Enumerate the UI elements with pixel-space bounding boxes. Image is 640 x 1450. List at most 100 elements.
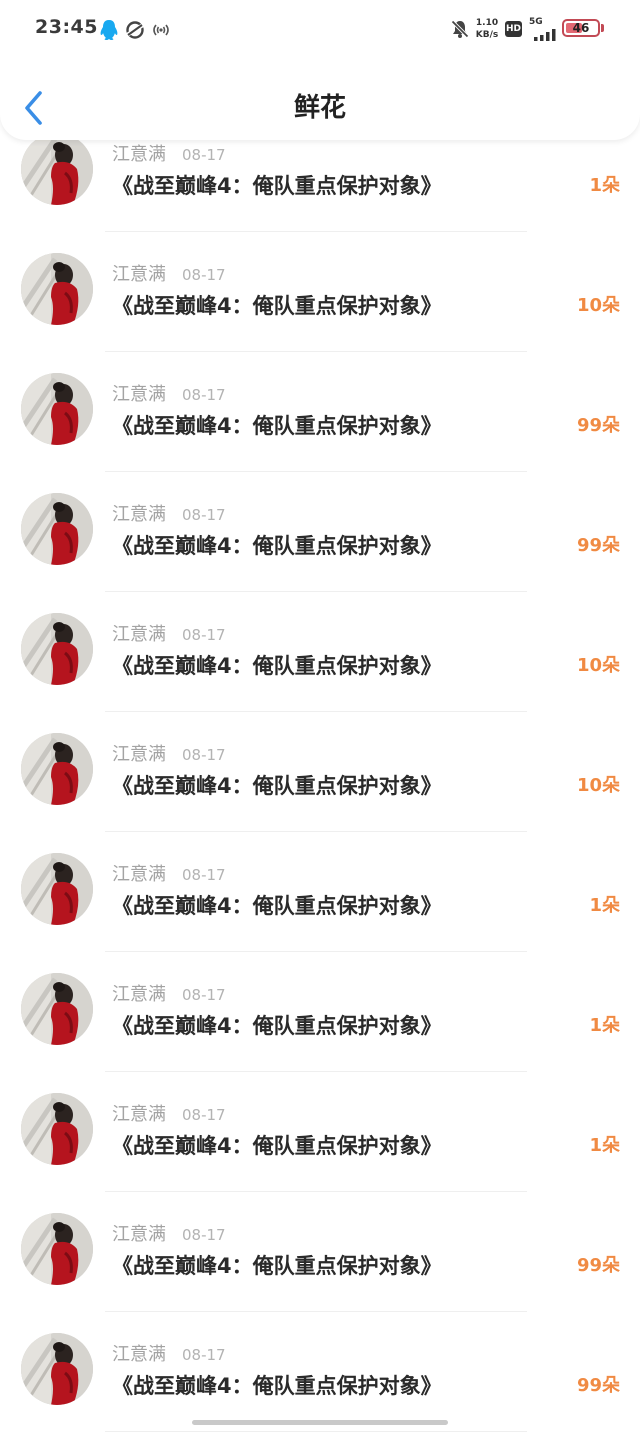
work-title: 《战至巅峰4：俺队重点保护对象》 [112, 1254, 442, 1278]
sender-name: 江意满 [112, 264, 166, 285]
work-title: 《战至巅峰4：俺队重点保护对象》 [112, 294, 442, 318]
clock: 23:45 [35, 16, 98, 38]
record-meta: 江意满 08-17 [112, 263, 226, 287]
flower-record-row[interactable]: 江意满 08-17 《战至巅峰4：俺队重点保护对象》 10朵 [0, 250, 640, 370]
work-title: 《战至巅峰4：俺队重点保护对象》 [112, 534, 442, 558]
header: 23:45 1.10 KB/s HD 5G 46 鲜花 [0, 0, 640, 140]
divider [105, 1191, 527, 1192]
divider [105, 1311, 527, 1312]
avatar[interactable] [21, 493, 93, 565]
record-meta: 江意满 08-17 [112, 1223, 226, 1247]
flower-count: 10朵 [576, 775, 620, 796]
record-meta: 江意满 08-17 [112, 143, 226, 167]
home-indicator[interactable] [192, 1420, 448, 1425]
record-meta: 江意满 08-17 [112, 383, 226, 407]
battery-icon: 46 [562, 19, 600, 37]
flower-count: 1朵 [589, 175, 620, 196]
status-bar: 23:45 1.10 KB/s HD 5G 46 [0, 0, 640, 60]
divider [105, 351, 527, 352]
sender-name: 江意满 [112, 384, 166, 405]
divider [105, 711, 527, 712]
record-meta: 江意满 08-17 [112, 623, 226, 647]
flower-count: 1朵 [589, 1135, 620, 1156]
flower-record-row[interactable]: 江意满 08-17 《战至巅峰4：俺队重点保护对象》 1朵 [0, 970, 640, 1090]
avatar[interactable] [21, 733, 93, 805]
sender-name: 江意满 [112, 144, 166, 165]
flower-record-list[interactable]: 江意满 08-17 《战至巅峰4：俺队重点保护对象》 1朵 江意满 08-17 《战… [0, 0, 640, 1432]
mute-bell-icon [450, 19, 470, 43]
avatar[interactable] [21, 1213, 93, 1285]
send-date: 08-17 [182, 1346, 226, 1364]
flower-record-row[interactable]: 江意满 08-17 《战至巅峰4：俺队重点保护对象》 10朵 [0, 610, 640, 730]
flower-count: 1朵 [589, 1015, 620, 1036]
send-date: 08-17 [182, 146, 226, 164]
sender-name: 江意满 [112, 1104, 166, 1125]
work-title: 《战至巅峰4：俺队重点保护对象》 [112, 654, 442, 678]
flower-record-row[interactable]: 江意满 08-17 《战至巅峰4：俺队重点保护对象》 99朵 [0, 370, 640, 490]
send-date: 08-17 [182, 1226, 226, 1244]
divider [105, 831, 527, 832]
sender-name: 江意满 [112, 624, 166, 645]
record-meta: 江意满 08-17 [112, 1103, 226, 1127]
flower-count: 10朵 [576, 295, 620, 316]
send-date: 08-17 [182, 386, 226, 404]
work-title: 《战至巅峰4：俺队重点保护对象》 [112, 1134, 442, 1158]
flower-count: 99朵 [576, 1375, 620, 1396]
sender-name: 江意满 [112, 864, 166, 885]
avatar[interactable] [21, 373, 93, 445]
avatar[interactable] [21, 133, 93, 205]
sender-name: 江意满 [112, 1224, 166, 1245]
sender-name: 江意满 [112, 984, 166, 1005]
flower-record-row[interactable]: 江意满 08-17 《战至巅峰4：俺队重点保护对象》 99朵 [0, 1330, 640, 1450]
send-date: 08-17 [182, 986, 226, 1004]
record-meta: 江意满 08-17 [112, 1343, 226, 1367]
flower-count: 1朵 [589, 895, 620, 916]
work-title: 《战至巅峰4：俺队重点保护对象》 [112, 1374, 442, 1398]
flower-count: 99朵 [576, 535, 620, 556]
divider [105, 1431, 527, 1432]
avatar[interactable] [21, 1093, 93, 1165]
sender-name: 江意满 [112, 1344, 166, 1365]
signal-icon [533, 26, 557, 45]
hd-badge: HD [505, 21, 522, 37]
record-meta: 江意满 08-17 [112, 983, 226, 1007]
flower-record-row[interactable]: 江意满 08-17 《战至巅峰4：俺队重点保护对象》 10朵 [0, 730, 640, 850]
divider [105, 231, 527, 232]
flower-record-row[interactable]: 江意满 08-17 《战至巅峰4：俺队重点保护对象》 1朵 [0, 130, 640, 250]
divider [105, 951, 527, 952]
send-date: 08-17 [182, 1106, 226, 1124]
flower-record-row[interactable]: 江意满 08-17 《战至巅峰4：俺队重点保护对象》 99朵 [0, 490, 640, 610]
page-title: 鲜花 [293, 93, 346, 123]
flower-count: 10朵 [576, 655, 620, 676]
speed-value: 1.10 [475, 18, 499, 28]
nav-bar: 鲜花 [0, 60, 640, 140]
flower-count: 99朵 [576, 1255, 620, 1276]
avatar[interactable] [21, 973, 93, 1045]
divider [105, 471, 527, 472]
avatar[interactable] [21, 253, 93, 325]
avatar[interactable] [21, 1333, 93, 1405]
work-title: 《战至巅峰4：俺队重点保护对象》 [112, 414, 442, 438]
qq-icon [99, 19, 119, 45]
flower-record-row[interactable]: 江意满 08-17 《战至巅峰4：俺队重点保护对象》 99朵 [0, 1210, 640, 1330]
avatar[interactable] [21, 853, 93, 925]
send-date: 08-17 [182, 266, 226, 284]
flower-record-row[interactable]: 江意满 08-17 《战至巅峰4：俺队重点保护对象》 1朵 [0, 1090, 640, 1210]
battery-level: 46 [572, 21, 590, 35]
divider [105, 591, 527, 592]
work-title: 《战至巅峰4：俺队重点保护对象》 [112, 774, 442, 798]
record-meta: 江意满 08-17 [112, 503, 226, 527]
work-title: 《战至巅峰4：俺队重点保护对象》 [112, 1014, 442, 1038]
send-date: 08-17 [182, 626, 226, 644]
send-date: 08-17 [182, 746, 226, 764]
network-speed: 1.10 KB/s [474, 17, 500, 41]
avatar[interactable] [21, 613, 93, 685]
work-title: 《战至巅峰4：俺队重点保护对象》 [112, 894, 442, 918]
battery-tip [601, 24, 604, 32]
sender-name: 江意满 [112, 744, 166, 765]
sync-icon [124, 20, 146, 44]
divider [105, 1071, 527, 1072]
flower-record-row[interactable]: 江意满 08-17 《战至巅峰4：俺队重点保护对象》 1朵 [0, 850, 640, 970]
send-date: 08-17 [182, 866, 226, 884]
work-title: 《战至巅峰4：俺队重点保护对象》 [112, 174, 442, 198]
